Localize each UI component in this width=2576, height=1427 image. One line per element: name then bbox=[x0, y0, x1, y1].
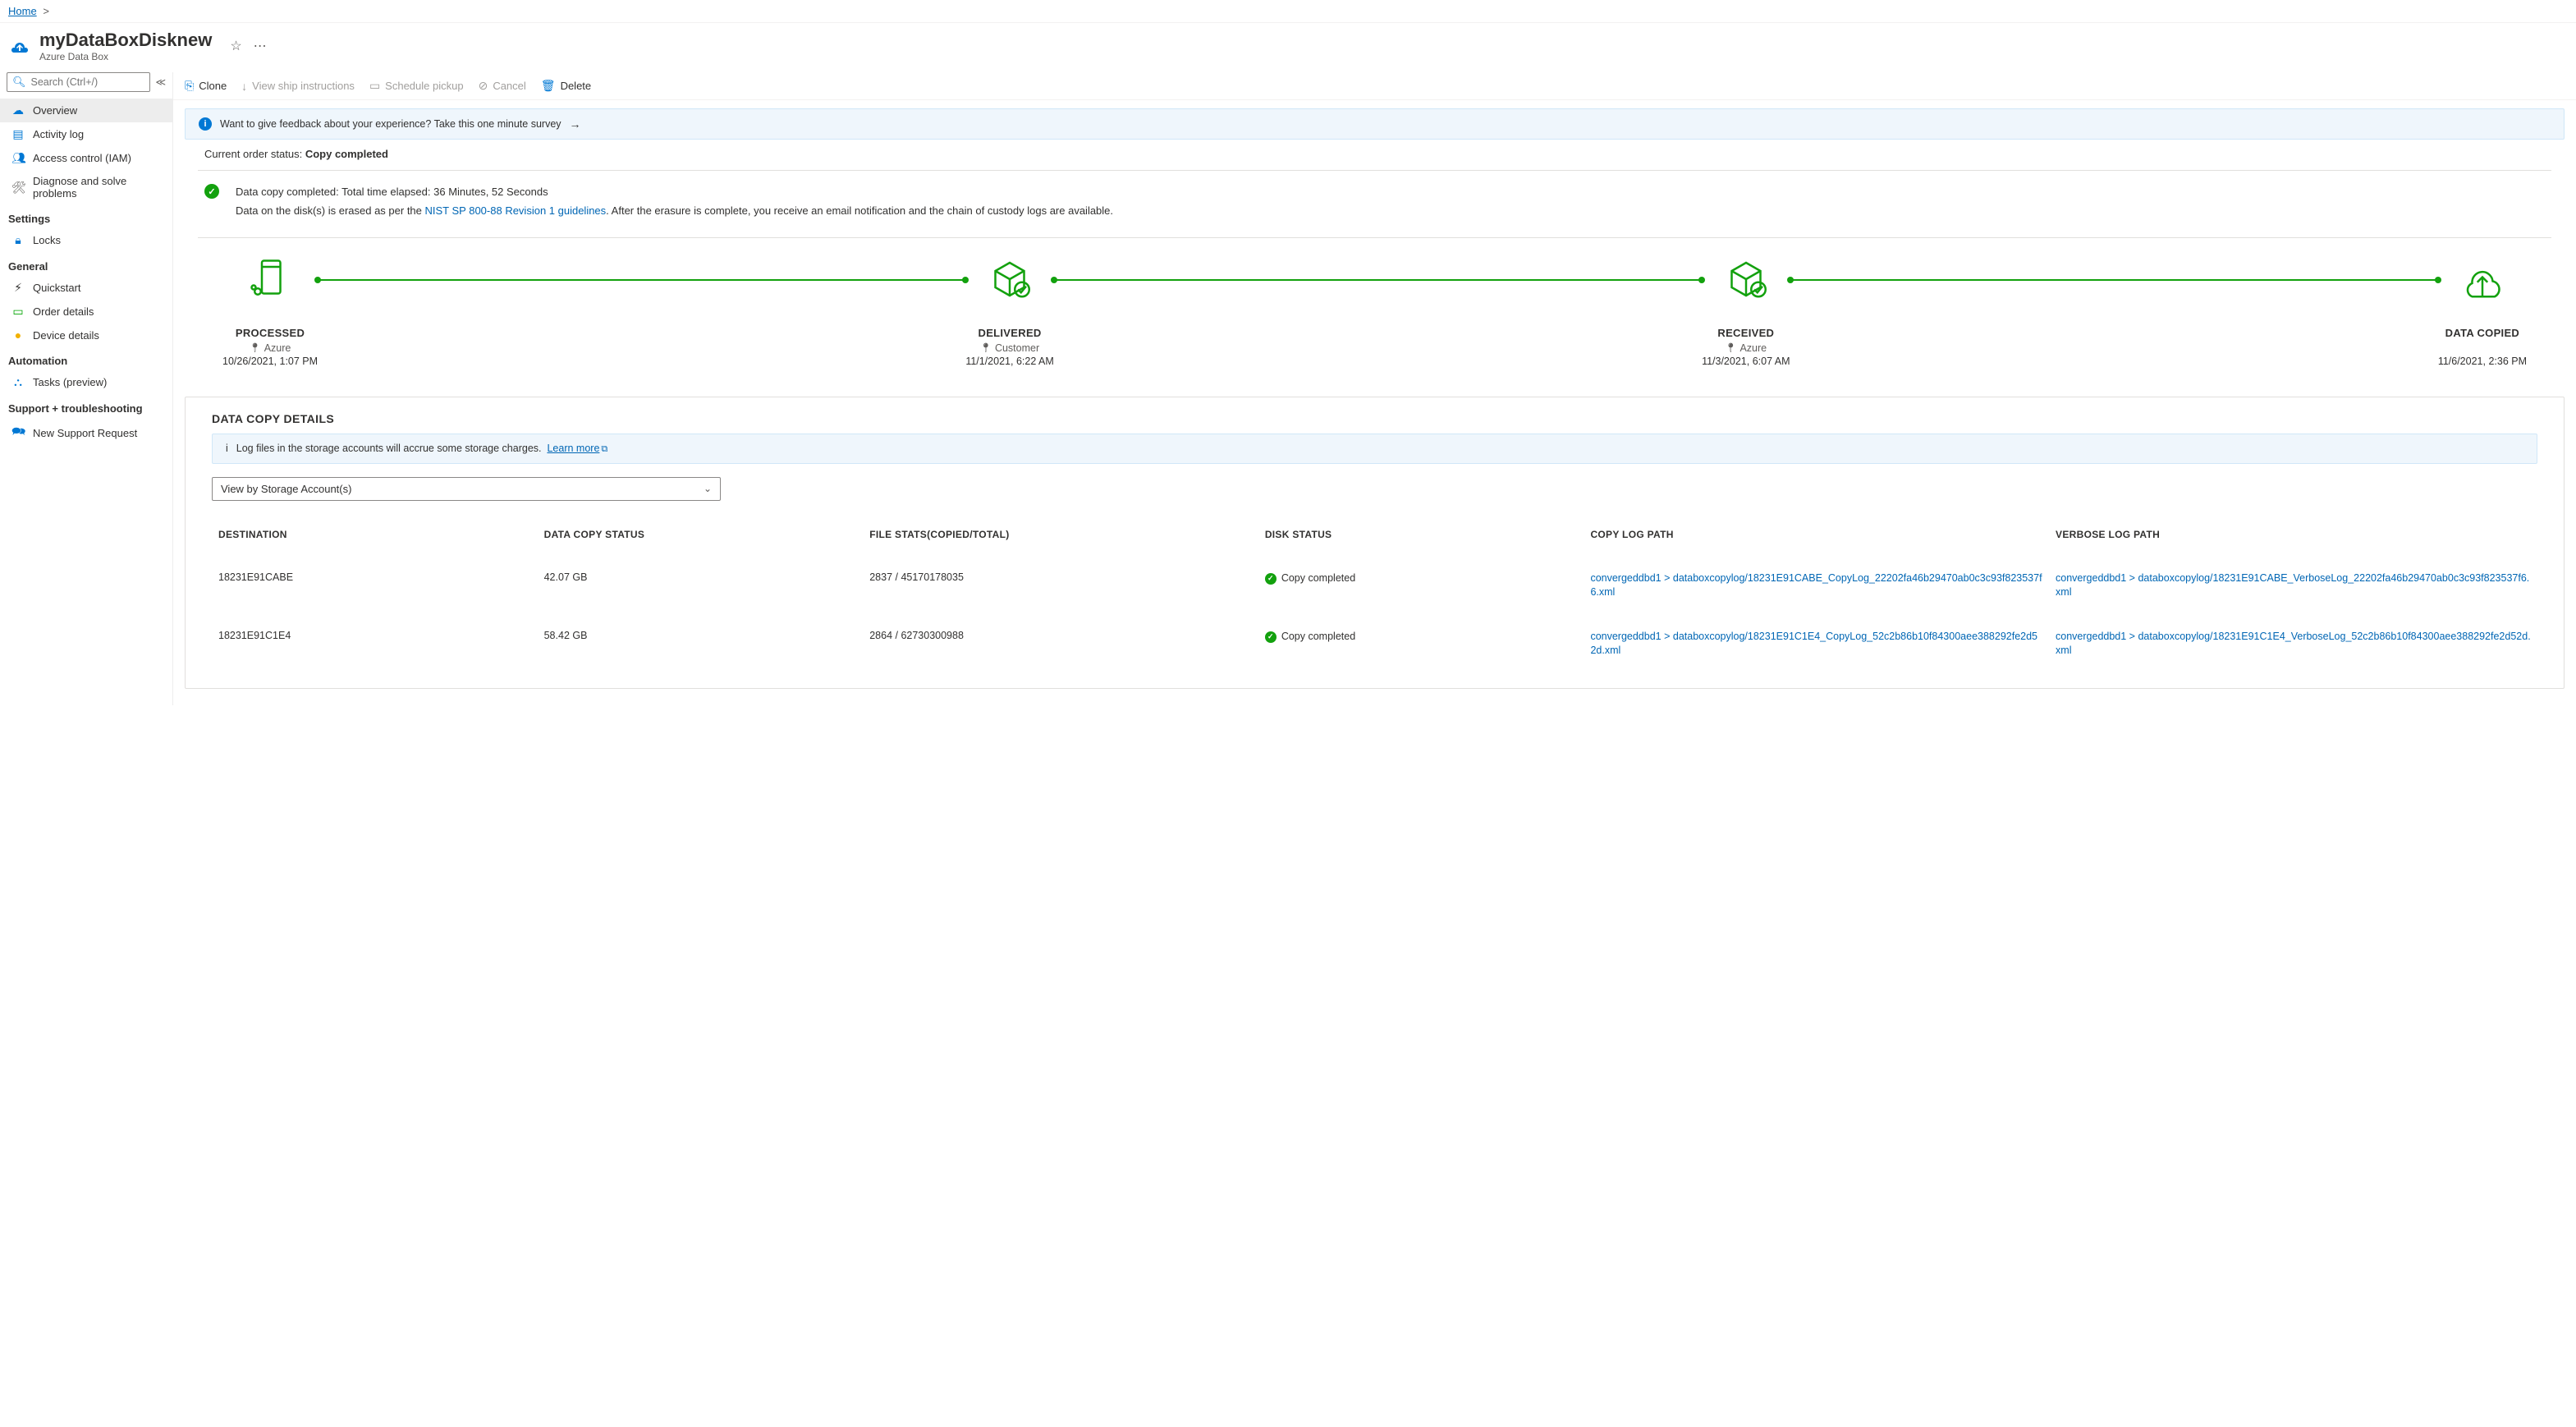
more-icon[interactable]: ⋯ bbox=[254, 38, 267, 54]
sidebar-header-automation: Automation bbox=[0, 346, 172, 370]
cancel-button[interactable]: ⊘Cancel bbox=[479, 79, 526, 93]
nist-link[interactable]: NIST SP 800-88 Revision 1 guidelines bbox=[425, 204, 607, 217]
sidebar-item-overview[interactable]: ☁ Overview bbox=[0, 99, 172, 122]
sidebar-item-access[interactable]: 👥︎ Access control (IAM) bbox=[0, 146, 172, 170]
page-subtitle: Azure Data Box bbox=[39, 51, 212, 62]
sidebar-item-tasks[interactable]: ⛬ Tasks (preview) bbox=[0, 370, 172, 394]
lock-icon: 🔒︎ bbox=[11, 233, 25, 247]
stage-delivered: DELIVERED 📍︎Customer 11/1/2021, 6:22 AM bbox=[965, 255, 1054, 367]
breadcrumb: Home > bbox=[0, 0, 2576, 23]
download-icon: ↓ bbox=[241, 80, 247, 93]
sidebar-header-general: General bbox=[0, 252, 172, 276]
arrow-icon: → bbox=[570, 117, 581, 131]
checkmark-icon: ✓ bbox=[1265, 573, 1277, 585]
search-input[interactable]: 🔍︎ bbox=[7, 72, 150, 92]
sidebar-item-support[interactable]: 🗪 New Support Request bbox=[0, 418, 172, 447]
checkmark-icon: ✓ bbox=[204, 184, 219, 199]
pin-icon: 📍︎ bbox=[980, 342, 992, 353]
chevron-down-icon: ⌄ bbox=[704, 483, 712, 494]
data-copy-details-panel: DATA COPY DETAILS i Log files in the sto… bbox=[185, 397, 2565, 689]
trash-icon: 🗑︎ bbox=[541, 79, 556, 93]
cancel-icon: ⊘ bbox=[479, 79, 488, 93]
stage-processed: PROCESSED 📍︎Azure 10/26/2021, 1:07 PM bbox=[222, 255, 318, 367]
support-icon: 🗪 bbox=[11, 423, 25, 443]
storage-charges-banner: i Log files in the storage accounts will… bbox=[212, 434, 2537, 464]
search-icon: 🔍︎ bbox=[12, 76, 26, 89]
people-icon: 👥︎ bbox=[11, 151, 25, 165]
cloud-icon: ☁ bbox=[11, 103, 25, 117]
calendar-icon: ▭ bbox=[369, 79, 380, 93]
status-row: Current order status: Copy completed bbox=[173, 140, 2576, 170]
sidebar: 🔍︎ ≪ ☁ Overview ▤ Activity log 👥︎ Access… bbox=[0, 72, 172, 705]
card-icon: ▭ bbox=[11, 305, 25, 319]
pin-icon: 📍︎ bbox=[250, 342, 261, 353]
feedback-banner[interactable]: i Want to give feedback about your exper… bbox=[185, 108, 2565, 140]
box-check-icon bbox=[985, 255, 1034, 304]
breadcrumb-home[interactable]: Home bbox=[8, 5, 37, 17]
clone-button[interactable]: ⎘Clone bbox=[185, 79, 227, 93]
toolbar: ⎘Clone ↓View ship instructions ▭Schedule… bbox=[173, 72, 2576, 100]
sidebar-item-device[interactable]: ● Device details bbox=[0, 323, 172, 346]
sidebar-item-diagnose[interactable]: 🛠︎ Diagnose and solve problems bbox=[0, 170, 172, 204]
box-check-icon bbox=[1721, 255, 1771, 304]
sidebar-item-locks[interactable]: 🔒︎ Locks bbox=[0, 228, 172, 252]
bolt-icon: ⚡︎ bbox=[11, 281, 25, 295]
table-row: 18231E91C1E458.42 GB2864 / 62730300988✓C… bbox=[212, 615, 2537, 673]
delete-button[interactable]: 🗑︎Delete bbox=[541, 79, 591, 93]
tasks-icon: ⛬ bbox=[11, 375, 25, 389]
databox-icon bbox=[10, 36, 30, 56]
copy-log-link[interactable]: convergeddbd1 > databoxcopylog/18231E91C… bbox=[1590, 571, 2042, 600]
page-header: myDataBoxDisknew Azure Data Box ☆ ⋯ bbox=[0, 23, 2576, 72]
stage-copied: DATA COPIED 11/6/2021, 2:36 PM bbox=[2438, 255, 2527, 367]
verbose-log-link[interactable]: convergeddbd1 > databoxcopylog/18231E91C… bbox=[2056, 571, 2531, 600]
copy-icon: ⎘ bbox=[185, 79, 194, 93]
schedule-button[interactable]: ▭Schedule pickup bbox=[369, 79, 464, 93]
favorite-icon[interactable]: ☆ bbox=[230, 38, 241, 54]
view-by-select[interactable]: View by Storage Account(s) ⌄ bbox=[212, 477, 721, 501]
collapse-sidebar-icon[interactable]: ≪ bbox=[155, 76, 166, 88]
table-row: 18231E91CABE42.07 GB2837 / 45170178035✓C… bbox=[212, 557, 2537, 615]
verbose-log-link[interactable]: convergeddbd1 > databoxcopylog/18231E91C… bbox=[2056, 630, 2531, 658]
section-title: DATA COPY DETAILS bbox=[212, 412, 2537, 425]
copy-log-link[interactable]: convergeddbd1 > databoxcopylog/18231E91C… bbox=[1590, 630, 2042, 658]
page-title: myDataBoxDisknew bbox=[39, 30, 212, 51]
sidebar-header-settings: Settings bbox=[0, 204, 172, 228]
external-link-icon: ⧉ bbox=[601, 444, 607, 454]
info-icon: i bbox=[199, 117, 212, 131]
sidebar-item-order[interactable]: ▭ Order details bbox=[0, 300, 172, 323]
info-icon: i bbox=[226, 443, 228, 454]
copy-summary: ✓ Data copy completed: Total time elapse… bbox=[173, 171, 2576, 237]
sidebar-header-support: Support + troubleshooting bbox=[0, 394, 172, 418]
log-icon: ▤ bbox=[11, 127, 25, 141]
breadcrumb-sep: > bbox=[43, 5, 49, 17]
ship-button[interactable]: ↓View ship instructions bbox=[241, 80, 355, 93]
checkmark-icon: ✓ bbox=[1265, 631, 1277, 643]
sidebar-item-quickstart[interactable]: ⚡︎ Quickstart bbox=[0, 276, 172, 300]
wrench-icon: 🛠︎ bbox=[11, 181, 25, 195]
data-copy-table: DESTINATION DATA COPY STATUS FILE STATS(… bbox=[212, 522, 2537, 673]
stage-received: RECEIVED 📍︎Azure 11/3/2021, 6:07 AM bbox=[1702, 255, 1790, 367]
cloud-upload-icon bbox=[2458, 255, 2507, 304]
learn-more-link[interactable]: Learn more bbox=[547, 443, 599, 454]
bulb-icon: ● bbox=[11, 328, 25, 342]
server-icon bbox=[245, 255, 295, 304]
status-stages: PROCESSED 📍︎Azure 10/26/2021, 1:07 PM DE… bbox=[173, 238, 2576, 392]
sidebar-item-activity[interactable]: ▤ Activity log bbox=[0, 122, 172, 146]
pin-icon: 📍︎ bbox=[1726, 342, 1737, 353]
